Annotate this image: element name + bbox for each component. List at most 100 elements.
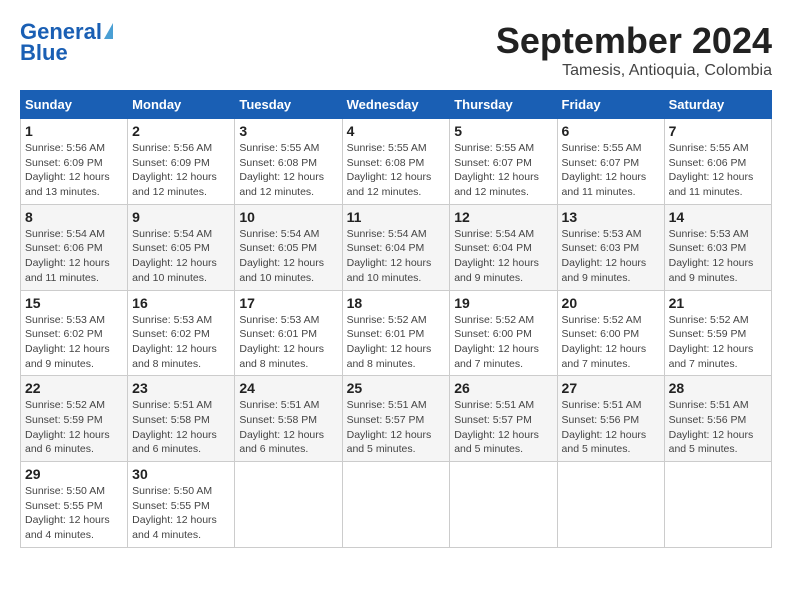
day-info: Sunrise: 5:50 AM Sunset: 5:55 PM Dayligh… (25, 484, 123, 543)
location: Tamesis, Antioquia, Colombia (496, 62, 772, 80)
day-number: 14 (669, 209, 767, 225)
calendar-cell: 24 Sunrise: 5:51 AM Sunset: 5:58 PM Dayli… (235, 376, 342, 462)
day-number: 12 (454, 209, 552, 225)
day-info: Sunrise: 5:50 AM Sunset: 5:55 PM Dayligh… (132, 484, 230, 543)
day-info: Sunrise: 5:52 AM Sunset: 6:00 PM Dayligh… (454, 313, 552, 372)
day-number: 13 (562, 209, 660, 225)
day-number: 4 (347, 123, 446, 139)
calendar-cell: 21Sunrise: 5:52 AM Sunset: 5:59 PM Dayli… (664, 290, 771, 376)
calendar-cell: 26 Sunrise: 5:51 AM Sunset: 5:57 PM Dayli… (450, 376, 557, 462)
day-number: 24 (239, 380, 337, 396)
day-info: Sunrise: 5:51 AM Sunset: 5:56 PM Dayligh… (669, 398, 767, 457)
day-info: Sunrise: 5:51 AM Sunset: 5:58 PM Dayligh… (239, 398, 337, 457)
day-info: Sunrise: 5:56 AM Sunset: 6:09 PM Dayligh… (25, 141, 123, 200)
day-info: Sunrise: 5:51 AM Sunset: 5:57 PM Dayligh… (454, 398, 552, 457)
calendar-cell: 9 Sunrise: 5:54 AM Sunset: 6:05 PM Daylig… (128, 204, 235, 290)
day-info: Sunrise: 5:52 AM Sunset: 6:01 PM Dayligh… (347, 313, 446, 372)
day-number: 7 (669, 123, 767, 139)
day-info: Sunrise: 5:55 AM Sunset: 6:07 PM Dayligh… (454, 141, 552, 200)
day-info: Sunrise: 5:54 AM Sunset: 6:04 PM Dayligh… (347, 227, 446, 286)
day-number: 25 (347, 380, 446, 396)
calendar-cell: 14 Sunrise: 5:53 AM Sunset: 6:03 PM Dayli… (664, 204, 771, 290)
calendar-cell: 29 Sunrise: 5:50 AM Sunset: 5:55 PM Dayli… (21, 462, 128, 548)
calendar-week-row: 8 Sunrise: 5:54 AM Sunset: 6:06 PM Daylig… (21, 204, 772, 290)
calendar-cell: 11 Sunrise: 5:54 AM Sunset: 6:04 PM Dayli… (342, 204, 450, 290)
day-number: 29 (25, 466, 123, 482)
calendar-week-row: 29 Sunrise: 5:50 AM Sunset: 5:55 PM Dayli… (21, 462, 772, 548)
calendar-week-row: 1 Sunrise: 5:56 AM Sunset: 6:09 PM Daylig… (21, 119, 772, 205)
calendar-cell: 27Sunrise: 5:51 AM Sunset: 5:56 PM Dayli… (557, 376, 664, 462)
day-number: 18 (347, 295, 446, 311)
calendar-cell: 25 Sunrise: 5:51 AM Sunset: 5:57 PM Dayli… (342, 376, 450, 462)
day-number: 16 (132, 295, 230, 311)
calendar-week-row: 15 Sunrise: 5:53 AM Sunset: 6:02 PM Dayli… (21, 290, 772, 376)
page-header: General Blue September 2024 Tamesis, Ant… (20, 20, 772, 80)
logo-blue: Blue (20, 40, 68, 66)
day-info: Sunrise: 5:52 AM Sunset: 6:00 PM Dayligh… (562, 313, 660, 372)
day-info: Sunrise: 5:51 AM Sunset: 5:57 PM Dayligh… (347, 398, 446, 457)
logo: General Blue (20, 20, 113, 66)
calendar-cell: 18 Sunrise: 5:52 AM Sunset: 6:01 PM Dayli… (342, 290, 450, 376)
day-number: 5 (454, 123, 552, 139)
calendar-cell: 1 Sunrise: 5:56 AM Sunset: 6:09 PM Daylig… (21, 119, 128, 205)
day-number: 21 (669, 295, 767, 311)
day-number: 8 (25, 209, 123, 225)
day-number: 26 (454, 380, 552, 396)
calendar-cell: 5 Sunrise: 5:55 AM Sunset: 6:07 PM Daylig… (450, 119, 557, 205)
day-number: 19 (454, 295, 552, 311)
day-info: Sunrise: 5:54 AM Sunset: 6:05 PM Dayligh… (132, 227, 230, 286)
calendar-cell: 3Sunrise: 5:55 AM Sunset: 6:08 PM Daylig… (235, 119, 342, 205)
day-info: Sunrise: 5:54 AM Sunset: 6:05 PM Dayligh… (239, 227, 337, 286)
calendar-cell: 28 Sunrise: 5:51 AM Sunset: 5:56 PM Dayli… (664, 376, 771, 462)
day-number: 23 (132, 380, 230, 396)
day-number: 15 (25, 295, 123, 311)
calendar-cell: 8 Sunrise: 5:54 AM Sunset: 6:06 PM Daylig… (21, 204, 128, 290)
day-number: 9 (132, 209, 230, 225)
calendar-cell: 23 Sunrise: 5:51 AM Sunset: 5:58 PM Dayli… (128, 376, 235, 462)
calendar-cell: 20 Sunrise: 5:52 AM Sunset: 6:00 PM Dayli… (557, 290, 664, 376)
calendar-cell: 22Sunrise: 5:52 AM Sunset: 5:59 PM Dayli… (21, 376, 128, 462)
calendar-cell (342, 462, 450, 548)
weekday-header: Tuesday (235, 91, 342, 119)
day-number: 11 (347, 209, 446, 225)
calendar-cell: 10 Sunrise: 5:54 AM Sunset: 6:05 PM Dayli… (235, 204, 342, 290)
calendar-cell: 4 Sunrise: 5:55 AM Sunset: 6:08 PM Daylig… (342, 119, 450, 205)
calendar-cell: 15 Sunrise: 5:53 AM Sunset: 6:02 PM Dayli… (21, 290, 128, 376)
day-info: Sunrise: 5:54 AM Sunset: 6:04 PM Dayligh… (454, 227, 552, 286)
calendar-cell: 2 Sunrise: 5:56 AM Sunset: 6:09 PM Daylig… (128, 119, 235, 205)
calendar-cell (664, 462, 771, 548)
day-info: Sunrise: 5:54 AM Sunset: 6:06 PM Dayligh… (25, 227, 123, 286)
day-info: Sunrise: 5:55 AM Sunset: 6:08 PM Dayligh… (347, 141, 446, 200)
weekday-header: Monday (128, 91, 235, 119)
month-title: September 2024 (496, 20, 772, 62)
calendar-cell (235, 462, 342, 548)
calendar-table: SundayMondayTuesdayWednesdayThursdayFrid… (20, 90, 772, 548)
weekday-header: Thursday (450, 91, 557, 119)
calendar-week-row: 22Sunrise: 5:52 AM Sunset: 5:59 PM Dayli… (21, 376, 772, 462)
weekday-header: Sunday (21, 91, 128, 119)
day-number: 3 (239, 123, 337, 139)
day-info: Sunrise: 5:53 AM Sunset: 6:01 PM Dayligh… (239, 313, 337, 372)
day-number: 6 (562, 123, 660, 139)
calendar-cell: 6 Sunrise: 5:55 AM Sunset: 6:07 PM Daylig… (557, 119, 664, 205)
calendar-cell: 12 Sunrise: 5:54 AM Sunset: 6:04 PM Dayli… (450, 204, 557, 290)
day-number: 20 (562, 295, 660, 311)
day-info: Sunrise: 5:53 AM Sunset: 6:03 PM Dayligh… (562, 227, 660, 286)
calendar-cell: 13 Sunrise: 5:53 AM Sunset: 6:03 PM Dayli… (557, 204, 664, 290)
day-info: Sunrise: 5:51 AM Sunset: 5:56 PM Dayligh… (562, 398, 660, 457)
day-number: 10 (239, 209, 337, 225)
day-info: Sunrise: 5:52 AM Sunset: 5:59 PM Dayligh… (25, 398, 123, 457)
day-number: 30 (132, 466, 230, 482)
day-info: Sunrise: 5:53 AM Sunset: 6:03 PM Dayligh… (669, 227, 767, 286)
day-info: Sunrise: 5:55 AM Sunset: 6:07 PM Dayligh… (562, 141, 660, 200)
calendar-cell: 7Sunrise: 5:55 AM Sunset: 6:06 PM Daylig… (664, 119, 771, 205)
day-number: 1 (25, 123, 123, 139)
day-info: Sunrise: 5:53 AM Sunset: 6:02 PM Dayligh… (25, 313, 123, 372)
calendar-cell (450, 462, 557, 548)
calendar-cell: 30 Sunrise: 5:50 AM Sunset: 5:55 PM Dayli… (128, 462, 235, 548)
day-info: Sunrise: 5:51 AM Sunset: 5:58 PM Dayligh… (132, 398, 230, 457)
day-number: 28 (669, 380, 767, 396)
day-number: 2 (132, 123, 230, 139)
calendar-header-row: SundayMondayTuesdayWednesdayThursdayFrid… (21, 91, 772, 119)
day-info: Sunrise: 5:56 AM Sunset: 6:09 PM Dayligh… (132, 141, 230, 200)
